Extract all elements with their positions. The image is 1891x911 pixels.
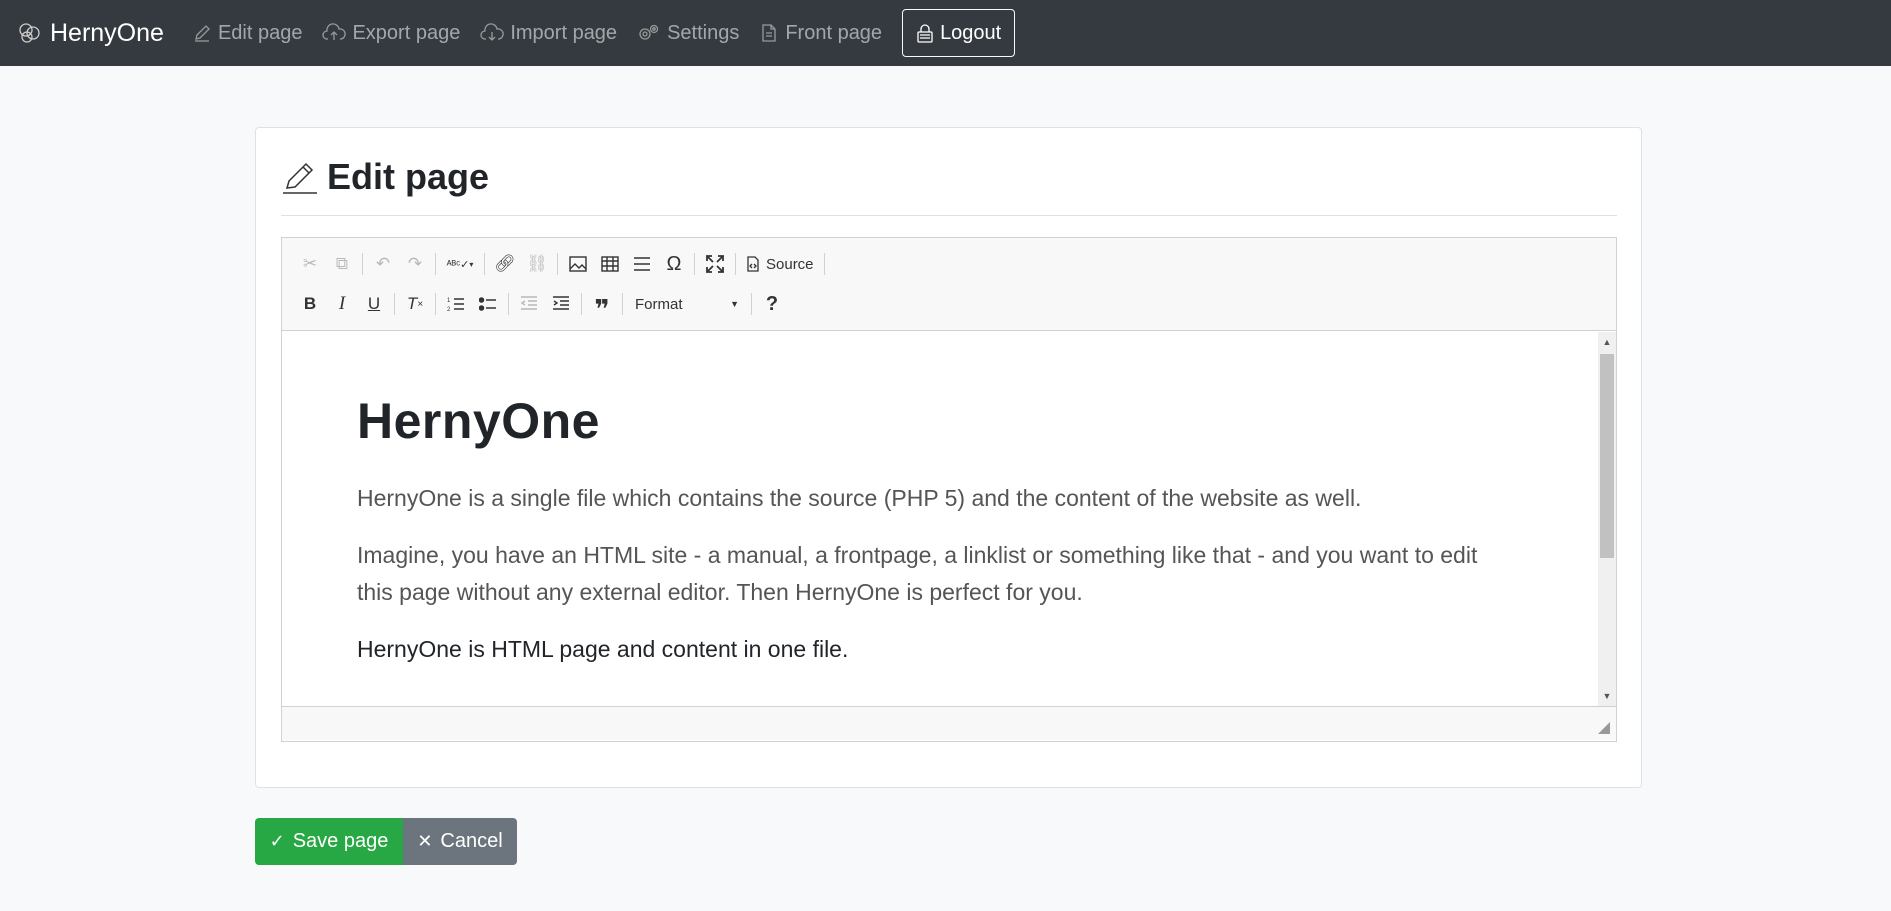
horizontal-line-icon[interactable] [626, 249, 658, 279]
toolbar-separator [435, 253, 436, 275]
editor-document: HernyOne HernyOne is a single file which… [357, 392, 1517, 688]
bulleted-list-icon[interactable] [472, 289, 504, 319]
toolbar-separator [557, 253, 558, 275]
outdent-icon[interactable] [513, 289, 545, 319]
content-heading: HernyOne [357, 393, 600, 449]
edit-card: Edit page ✂ ⧉ ↶ ↷ ᴬᴮᶜ✓ ▾ 🔗︎ ⛓︎ Ω Source … [255, 127, 1642, 788]
toolbar-separator [751, 293, 752, 315]
underline-icon[interactable]: U [358, 289, 390, 319]
editor-toolbar: ✂ ⧉ ↶ ↷ ᴬᴮᶜ✓ ▾ 🔗︎ ⛓︎ Ω Source B I U T × … [282, 238, 1616, 331]
scroll-up-icon[interactable]: ▲ [1598, 336, 1616, 348]
remove-format-icon[interactable]: T × [399, 289, 431, 319]
special-char-icon[interactable]: Ω [658, 249, 690, 279]
cancel-label: Cancel [440, 830, 503, 852]
source-label: Source [766, 255, 814, 273]
nav-settings[interactable]: Settings [637, 22, 739, 45]
toolbar-row-1: ✂ ⧉ ↶ ↷ ᴬᴮᶜ✓ ▾ 🔗︎ ⛓︎ Ω Source [294, 248, 829, 280]
indent-icon[interactable] [545, 289, 577, 319]
italic-icon[interactable]: I [326, 289, 358, 319]
svg-text:2: 2 [447, 307, 451, 312]
scroll-down-icon[interactable]: ▼ [1598, 690, 1616, 702]
editor-content-area[interactable]: HernyOne HernyOne is a single file which… [282, 332, 1616, 706]
svg-text:1: 1 [447, 298, 451, 304]
copy-icon[interactable]: ⧉ [326, 249, 358, 279]
nav-import-page[interactable]: Import page [480, 22, 617, 45]
page-title: Edit page [281, 156, 489, 198]
help-icon[interactable]: ? [756, 289, 788, 319]
toolbar-separator [735, 253, 736, 275]
nav-settings-label: Settings [667, 21, 740, 44]
logout-button[interactable]: Logout [902, 9, 1016, 57]
nav-edit-page[interactable]: Edit page [192, 21, 303, 45]
divider [281, 215, 1617, 216]
editor-scrollbar[interactable]: ▲ ▼ [1598, 332, 1616, 706]
lock-icon [917, 24, 933, 43]
close-icon: ✕ [417, 831, 433, 851]
top-navbar: HernyOne Edit page Export page Import pa… [0, 0, 1891, 66]
resize-grip-icon[interactable] [1598, 722, 1610, 734]
cloud-download-icon [480, 23, 505, 41]
blockquote-icon[interactable]: ❞ [586, 289, 618, 324]
toolbar-separator [508, 293, 509, 315]
check-icon: ✓ [269, 831, 285, 851]
content-paragraph: Imagine, you have an HTML site - a manua… [357, 542, 1478, 605]
toolbar-row-2: B I U T × 12 ❞ Format ▼ ? [294, 288, 788, 324]
undo-icon[interactable]: ↶ [367, 249, 399, 279]
format-label: Format [635, 295, 683, 313]
toolbar-separator [435, 293, 436, 315]
image-icon[interactable] [562, 249, 594, 279]
toolbar-separator [581, 293, 582, 315]
gears-icon [639, 24, 659, 40]
format-dropdown[interactable]: Format ▼ [627, 289, 747, 319]
nav-export-page-label: Export page [352, 21, 461, 44]
nav-front-page[interactable]: Front page [759, 22, 882, 45]
toolbar-separator [694, 253, 695, 275]
nav-export-page[interactable]: Export page [322, 22, 460, 45]
cancel-button[interactable]: ✕ Cancel [403, 818, 517, 865]
logout-label: Logout [940, 21, 1002, 44]
nav-import-page-label: Import page [510, 21, 618, 44]
scrollbar-thumb[interactable] [1600, 354, 1614, 558]
numbered-list-icon[interactable]: 12 [440, 289, 472, 319]
toolbar-separator [362, 253, 363, 275]
nav-edit-page-label: Edit page [217, 21, 303, 44]
editor-statusbar [282, 706, 1616, 740]
toolbar-separator [394, 293, 395, 315]
spellcheck-icon[interactable]: ᴬᴮᶜ✓ ▾ [440, 249, 480, 279]
redo-icon[interactable]: ↷ [399, 249, 431, 279]
bold-icon[interactable]: B [294, 289, 326, 319]
brand-logo-icon [19, 23, 40, 43]
nav-front-page-label: Front page [785, 21, 883, 44]
brand[interactable]: HernyOne [18, 19, 164, 48]
source-icon [747, 256, 759, 272]
source-button[interactable]: Source [740, 249, 820, 279]
pencil-icon [283, 162, 317, 194]
unlink-icon[interactable]: ⛓︎ [521, 249, 553, 279]
content-paragraph: HernyOne is HTML page and content in one… [357, 636, 849, 662]
cut-icon[interactable]: ✂ [294, 249, 326, 279]
table-icon[interactable] [594, 249, 626, 279]
toolbar-separator [622, 293, 623, 315]
toolbar-separator [484, 253, 485, 275]
maximize-icon[interactable] [699, 249, 731, 279]
toolbar-separator [823, 253, 825, 275]
save-page-label: Save page [292, 830, 389, 852]
pencil-icon [194, 25, 210, 42]
chevron-down-icon: ▼ [730, 299, 739, 309]
link-icon[interactable]: 🔗︎ [489, 249, 521, 279]
brand-name: HernyOne [50, 18, 164, 47]
document-icon [762, 24, 776, 42]
rich-text-editor: ✂ ⧉ ↶ ↷ ᴬᴮᶜ✓ ▾ 🔗︎ ⛓︎ Ω Source B I U T × … [281, 237, 1617, 742]
page-title-text: Edit page [327, 156, 490, 197]
cloud-upload-icon [322, 23, 347, 40]
save-page-button[interactable]: ✓ Save page [255, 818, 403, 865]
content-paragraph: HernyOne is a single file which contains… [357, 485, 1362, 511]
